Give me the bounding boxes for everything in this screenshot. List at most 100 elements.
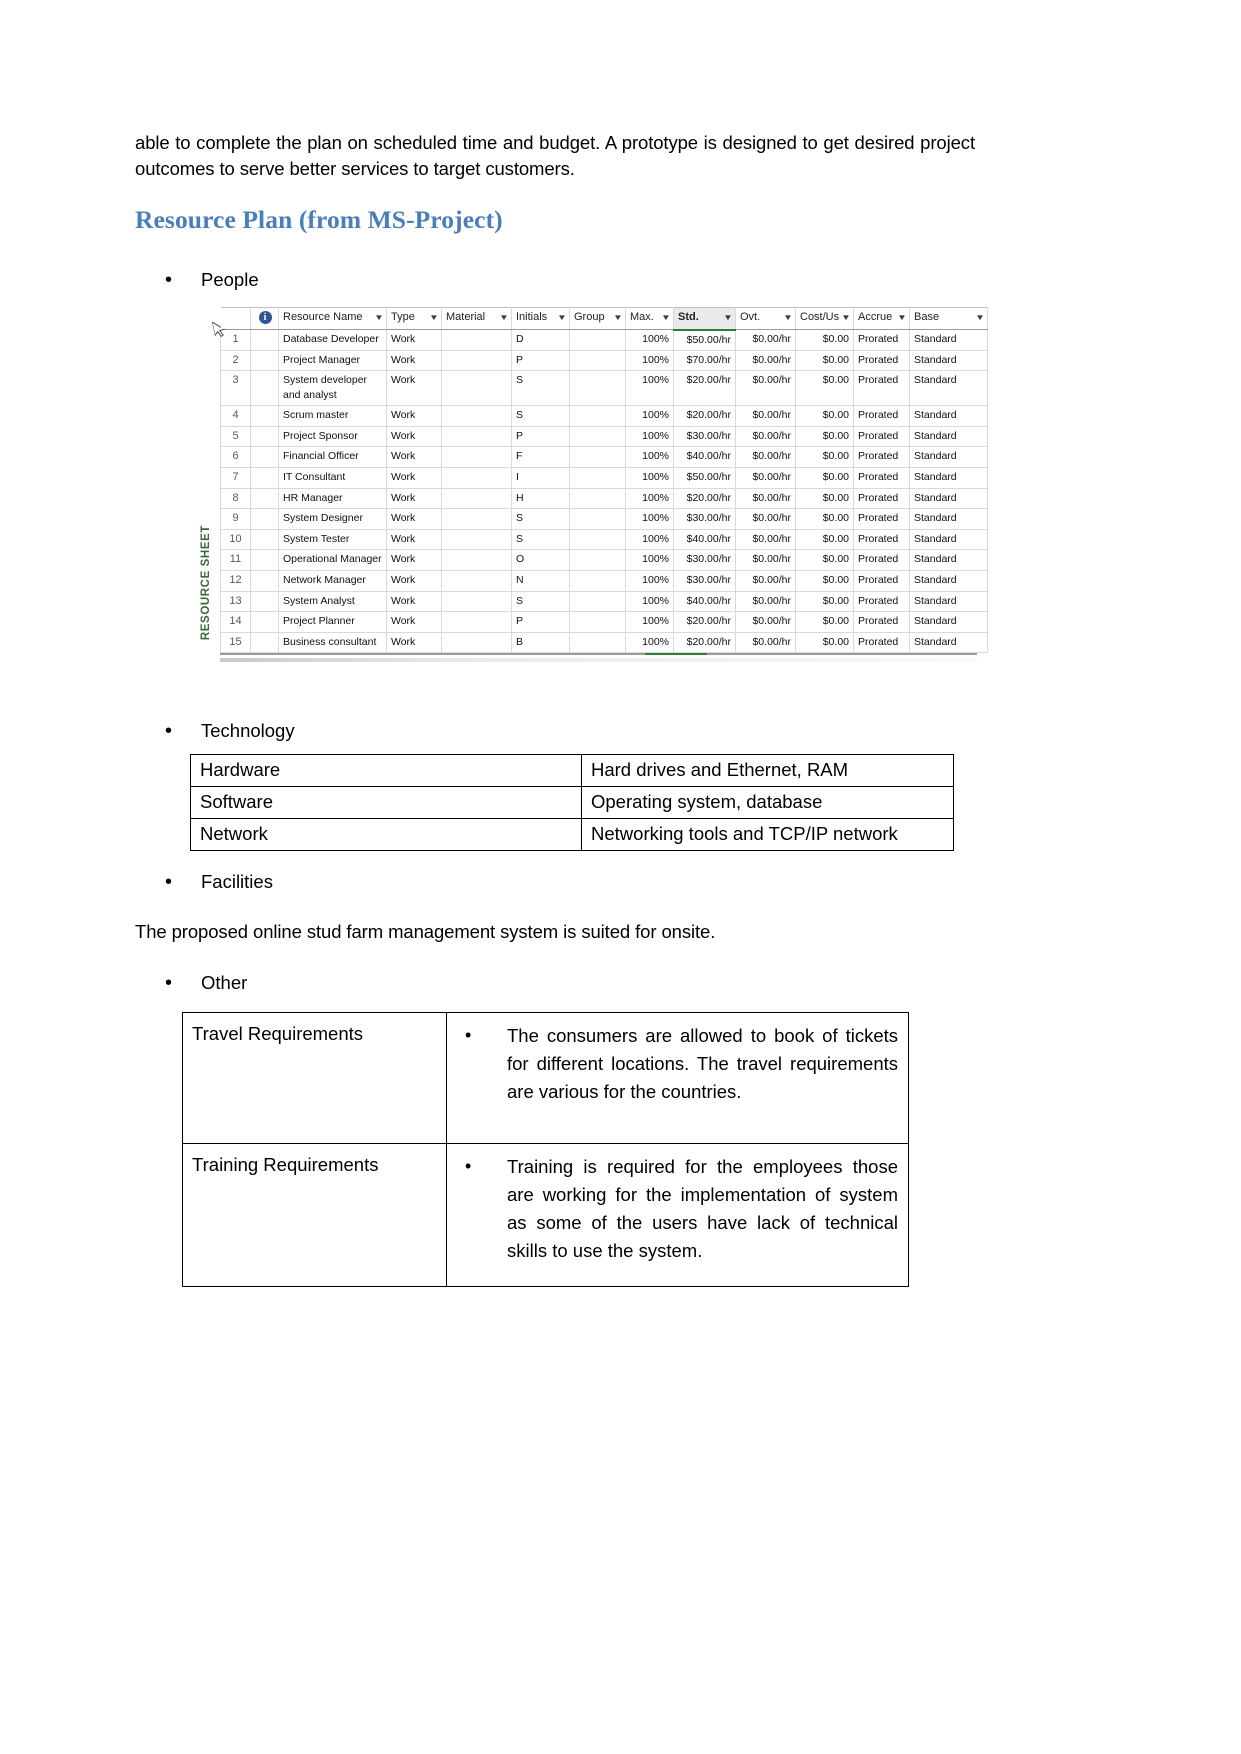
cell-group[interactable] (569, 446, 626, 468)
cell-indicator[interactable] (250, 590, 279, 613)
cell-std[interactable]: $40.00/hr (673, 590, 736, 613)
cell-costuse[interactable]: $0.00 (795, 329, 854, 351)
cell-initials[interactable]: D (511, 329, 570, 351)
row-number[interactable]: 13 (220, 590, 251, 613)
cell-costuse[interactable]: $0.00 (795, 631, 854, 654)
cell-name[interactable]: System Tester (278, 528, 387, 551)
cell-material[interactable] (441, 370, 512, 407)
cell-name[interactable]: Operational Manager (278, 549, 387, 571)
cell-material[interactable] (441, 487, 512, 510)
cell-accrue[interactable]: Prorated (853, 508, 910, 530)
cell-material[interactable] (441, 446, 512, 468)
cell-initials[interactable]: F (511, 446, 570, 468)
cell-type[interactable]: Work (386, 508, 442, 530)
cell-ovt[interactable]: $0.00/hr (735, 425, 796, 448)
filter-dropdown-icon[interactable]: ▼ (374, 313, 384, 322)
cell-max[interactable]: 100% (625, 466, 674, 489)
cell-type[interactable]: Work (386, 446, 442, 468)
cell-accrue[interactable]: Prorated (853, 425, 910, 448)
cell-indicator[interactable] (250, 349, 279, 372)
cell-type[interactable]: Work (386, 569, 442, 592)
cell-initials[interactable]: P (511, 425, 570, 448)
cell-ovt[interactable]: $0.00/hr (735, 590, 796, 613)
cell-costuse[interactable]: $0.00 (795, 466, 854, 489)
cell-material[interactable] (441, 466, 512, 489)
cell-std[interactable]: $70.00/hr (673, 349, 736, 372)
cell-material[interactable] (441, 631, 512, 654)
cell-std[interactable]: $40.00/hr (673, 446, 736, 468)
cell-indicator[interactable] (250, 446, 279, 468)
cell-max[interactable]: 100% (625, 549, 674, 571)
cell-std[interactable]: $30.00/hr (673, 569, 736, 592)
cell-group[interactable] (569, 466, 626, 489)
cell-material[interactable] (441, 569, 512, 592)
header-group[interactable]: Group ▼ (569, 306, 626, 331)
row-number[interactable]: 7 (220, 466, 251, 489)
cell-base[interactable]: Standard (909, 549, 988, 571)
cell-initials[interactable]: S (511, 370, 570, 407)
cell-std[interactable]: $20.00/hr (673, 370, 736, 407)
cell-accrue[interactable]: Prorated (853, 446, 910, 468)
table-row[interactable]: 13 System Analyst Work S 100% $40.00/hr $0.00/… (220, 590, 988, 613)
cell-base[interactable]: Standard (909, 590, 988, 613)
cell-type[interactable]: Work (386, 466, 442, 489)
cell-max[interactable]: 100% (625, 528, 674, 551)
cell-std[interactable]: $50.00/hr (673, 329, 736, 351)
cell-base[interactable]: Standard (909, 405, 988, 427)
cell-initials[interactable]: H (511, 487, 570, 510)
cell-std[interactable]: $20.00/hr (673, 631, 736, 654)
cell-name[interactable]: Project Manager (278, 349, 387, 372)
cell-name[interactable]: Scrum master (278, 405, 387, 427)
table-row[interactable]: 2 Project Manager Work P 100% $70.00/hr $0.00/… (220, 349, 988, 372)
cell-group[interactable] (569, 611, 626, 633)
cell-ovt[interactable]: $0.00/hr (735, 370, 796, 407)
cell-max[interactable]: 100% (625, 370, 674, 407)
cell-type[interactable]: Work (386, 528, 442, 551)
cell-indicator[interactable] (250, 508, 279, 530)
cell-ovt[interactable]: $0.00/hr (735, 528, 796, 551)
filter-dropdown-icon[interactable]: ▼ (897, 313, 907, 322)
cell-group[interactable] (569, 590, 626, 613)
cell-indicator[interactable] (250, 611, 279, 633)
cell-costuse[interactable]: $0.00 (795, 549, 854, 571)
table-row[interactable]: 7 IT Consultant Work I 100% $50.00/hr $0.00/hr… (220, 466, 988, 489)
cell-initials[interactable]: S (511, 405, 570, 427)
cell-initials[interactable]: B (511, 631, 570, 654)
cell-type[interactable]: Work (386, 329, 442, 351)
cell-accrue[interactable]: Prorated (853, 370, 910, 407)
cell-group[interactable] (569, 349, 626, 372)
cell-indicator[interactable] (250, 631, 279, 654)
row-number[interactable]: 8 (220, 487, 251, 510)
cell-group[interactable] (569, 569, 626, 592)
cell-ovt[interactable]: $0.00/hr (735, 549, 796, 571)
horizontal-scrollbar[interactable] (220, 658, 977, 663)
cell-base[interactable]: Standard (909, 349, 988, 372)
table-row[interactable]: 15 Business consultant Work B 100% $20.00/hr $… (220, 631, 988, 654)
cell-initials[interactable]: O (511, 549, 570, 571)
cell-costuse[interactable]: $0.00 (795, 590, 854, 613)
cell-ovt[interactable]: $0.00/hr (735, 487, 796, 510)
cell-ovt[interactable]: $0.00/hr (735, 508, 796, 530)
cell-accrue[interactable]: Prorated (853, 329, 910, 351)
cell-accrue[interactable]: Prorated (853, 528, 910, 551)
cell-max[interactable]: 100% (625, 611, 674, 633)
table-row[interactable]: 12 Network Manager Work N 100% $30.00/hr $0.00… (220, 569, 988, 592)
cell-indicator[interactable] (250, 405, 279, 427)
cell-costuse[interactable]: $0.00 (795, 487, 854, 510)
cell-base[interactable]: Standard (909, 508, 988, 530)
cell-base[interactable]: Standard (909, 487, 988, 510)
cell-base[interactable]: Standard (909, 466, 988, 489)
cell-std[interactable]: $20.00/hr (673, 487, 736, 510)
cell-base[interactable]: Standard (909, 631, 988, 654)
table-row[interactable]: 9 System Designer Work S 100% $30.00/hr $0.00/… (220, 508, 988, 530)
header-type[interactable]: Type ▼ (386, 306, 442, 331)
cell-max[interactable]: 100% (625, 569, 674, 592)
cell-max[interactable]: 100% (625, 329, 674, 351)
cell-accrue[interactable]: Prorated (853, 549, 910, 571)
cell-group[interactable] (569, 405, 626, 427)
cell-indicator[interactable] (250, 528, 279, 551)
cell-material[interactable] (441, 528, 512, 551)
cell-initials[interactable]: S (511, 508, 570, 530)
cell-name[interactable]: System developer and analyst (278, 370, 387, 407)
cell-base[interactable]: Standard (909, 528, 988, 551)
